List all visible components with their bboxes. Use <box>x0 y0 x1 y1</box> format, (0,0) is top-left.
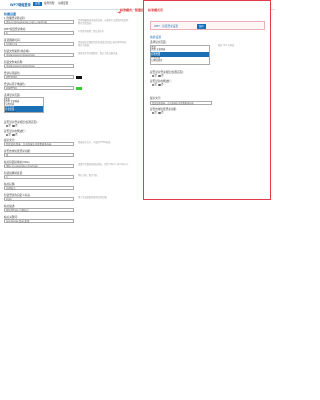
field-hint: 0 代表不限制，默认值为0。 <box>78 30 106 33</box>
form-row: 站点关键词: wordpress,登录,短链 <box>4 216 96 227</box>
list-option[interactable]: 日期归档页 <box>151 59 208 63</box>
form-row: 短链登录的自定义标识: login 用于生成短链登录地址的后缀。 <box>4 194 109 205</box>
preview-list-hint: 按住 Ctrl 可多选 <box>218 44 235 47</box>
radio-group: 是否 <box>150 74 265 78</box>
color-swatch[interactable] <box>76 75 82 79</box>
preview-text-row: 提示文字: 您还没有登录，点击登录后可查看更多内容 <box>150 97 265 106</box>
radio-label: 否 <box>15 133 18 137</box>
preview-page-list[interactable]: 首页 首页 文章列表 分类页面 标签页面 作者页面 日期归档页 <box>150 45 210 66</box>
radio-row: 是否显示在侧边栏: 是否 <box>4 130 96 139</box>
preview-last-radios: 是否 <box>150 111 265 115</box>
text-field[interactable]: [Docurl/plugins/wp_login_captcha] <box>4 20 74 25</box>
page-select-row: 选择显示页面: 首页首页 文章列表分类页面标签页面作者页面日期归档页搜索结果页4… <box>4 94 96 121</box>
preview-radio-groups: 是否显示登录按钮(仅限首页): 是否是否显示在侧边栏: 是否 <box>150 71 265 89</box>
radio-label: 否 <box>161 111 164 115</box>
radio-label: 是 <box>8 133 11 137</box>
form-row: 是否启用短链登录功能: 是 <box>4 150 96 161</box>
text-field[interactable]: 示例站点 <box>4 186 74 191</box>
form-row: 延迟跳转时间: 3,000 ms 登录成功后跳转到首页或指定页面之前的等待时间，单位… <box>4 39 128 50</box>
text-field[interactable]: wordpress,登录,短链 <box>4 219 74 224</box>
preview-text-input[interactable]: 您还没有登录，点击登录后可查看更多内容 <box>150 101 212 106</box>
text-field[interactable]: 3 <box>4 175 74 180</box>
form-row: 登录标签字体颜色: #00FF00 <box>4 83 96 94</box>
radio-label: 是 <box>8 124 11 128</box>
text-field[interactable]: #FF0000 <box>4 75 74 80</box>
tab-plugins[interactable]: 插件管理 <box>42 2 56 6</box>
tab-settings[interactable]: 设置 <box>33 2 43 6</box>
form-row: 站点短链接地址(URL): http://s.example.com/login 请… <box>4 161 130 172</box>
text-field[interactable]: /data/wwwroot/example <box>4 64 74 69</box>
field-hint: 登录成功后跳转到首页或指定页面之前的等待时间，单位为毫秒。 <box>78 41 129 47</box>
list-option[interactable]: 日期归档页 <box>5 111 42 112</box>
text-field[interactable]: 您还没有登录，点击登录后可查看更多内容 <box>4 142 74 147</box>
form-row: WP7短链登录地址: 0 0 代表不限制，默认值为0。 <box>4 28 106 39</box>
text-field[interactable]: #00FF00 <box>4 86 74 91</box>
page-select-list[interactable]: 首页首页 文章列表分类页面标签页面作者页面日期归档页搜索结果页404页面 <box>4 97 44 114</box>
page-select-label: 选择显示页面: <box>4 94 21 97</box>
text-field[interactable]: /data/wwwroot/example <box>4 53 74 58</box>
field-hint: 请填写完整的短链接地址，包括 http:// 或 https://。 <box>78 163 130 166</box>
preview-list-row: 选择显示页面: 首页 首页 文章列表 分类页面 标签页面 作者页面 日期归档页 按住 Ct… <box>150 41 265 66</box>
field-hint: 短链文件的存储路径，默认为站点根目录。 <box>78 52 120 55</box>
field-hint: 登录提示文字，可使用HTML标签。 <box>78 141 113 144</box>
preview-panel: 标准模式页 WP7 - 短链登录设置 保存 快捷设置 选择显示页面: 首页 首页 … <box>143 0 271 200</box>
radio-label: 否 <box>15 124 18 128</box>
preview-save-button[interactable]: 保存 <box>197 23 206 29</box>
radio-label: 否 <box>161 74 164 78</box>
form-row: 短链接跳转延迟: 3 单位为秒，默认3秒。 <box>4 172 99 183</box>
text-field[interactable]: WordPress 示例站点 <box>4 208 74 213</box>
app-brand: WP7略缩登录 <box>10 3 31 7</box>
text-field[interactable]: 是 <box>4 153 74 158</box>
form-row: 1.隐藏登录验证码: [Docurl/plugins/wp_login_captc… <box>4 17 128 28</box>
preview-last-row: 是否启用短链登录功能: 是否 <box>150 108 265 115</box>
radio-label: 是 <box>154 111 157 115</box>
settings-form: 快捷设置 1.隐藏登录验证码: [Docurl/plugins/wp_login_… <box>4 12 130 227</box>
radio-group: 是否 <box>4 133 96 137</box>
radio-row: 是否显示在侧边栏: 是否 <box>150 80 265 89</box>
tab-config[interactable]: 功能配置 <box>56 2 70 6</box>
field-input-wrap: /data/wwwroot/example <box>4 64 96 69</box>
text-field[interactable]: 0 <box>4 31 74 36</box>
field-input-wrap: #00FF00 <box>4 86 96 91</box>
form-row: 短链文件夹名称:/data/wwwroot/example <box>4 61 96 72</box>
radio-group: 是否 <box>4 124 96 128</box>
form-row: 提示文字: 您还没有登录，点击登录后可查看更多内容 登录提示文字，可使用HTML标签… <box>4 139 113 150</box>
text-field[interactable]: http://s.example.com/login <box>4 164 74 169</box>
field-hint: 是否隐藏登录页面验证码，以便用户无需填写验证码即可完成登录。 <box>78 19 129 25</box>
radio-label: 是 <box>154 74 157 78</box>
form-row: 站点标题: 示例站点 <box>4 183 96 194</box>
text-field[interactable]: 3,000 ms <box>4 42 74 47</box>
preview-bar: WP7 - 短链登录设置 保存 <box>150 21 265 30</box>
preview-title: 标准模式页 <box>148 8 164 12</box>
preview-text-label: 提示文字: <box>150 97 162 100</box>
radio-label: 否 <box>161 83 164 87</box>
preview-section-title: 快捷设置 <box>150 35 162 39</box>
form-row: 登录标签颜色: #FF0000 <box>4 72 96 83</box>
field-input-wrap: #FF0000 <box>4 75 96 80</box>
radio-row: 是否显示登录按钮(仅限首页): 是否 <box>150 71 265 80</box>
radio-group: 是否 <box>150 83 265 87</box>
text-field[interactable]: login <box>4 197 74 202</box>
color-swatch[interactable] <box>76 86 82 90</box>
radio-row: 是否显示登录按钮(仅限首页): 是否 <box>4 121 96 130</box>
field-hint: 单位为秒，默认3秒。 <box>78 174 100 177</box>
form-row: 短链文件路径(非必填):/data/wwwroot/example 短链文件的存储… <box>4 50 120 61</box>
field-hint: 用于生成短链登录地址的后缀。 <box>78 196 109 199</box>
preview-bar-text: WP7 - 短链登录设置 <box>154 25 178 28</box>
form-row: 站点描述: WordPress 示例站点 <box>4 205 96 216</box>
radio-label: 是 <box>154 83 157 87</box>
